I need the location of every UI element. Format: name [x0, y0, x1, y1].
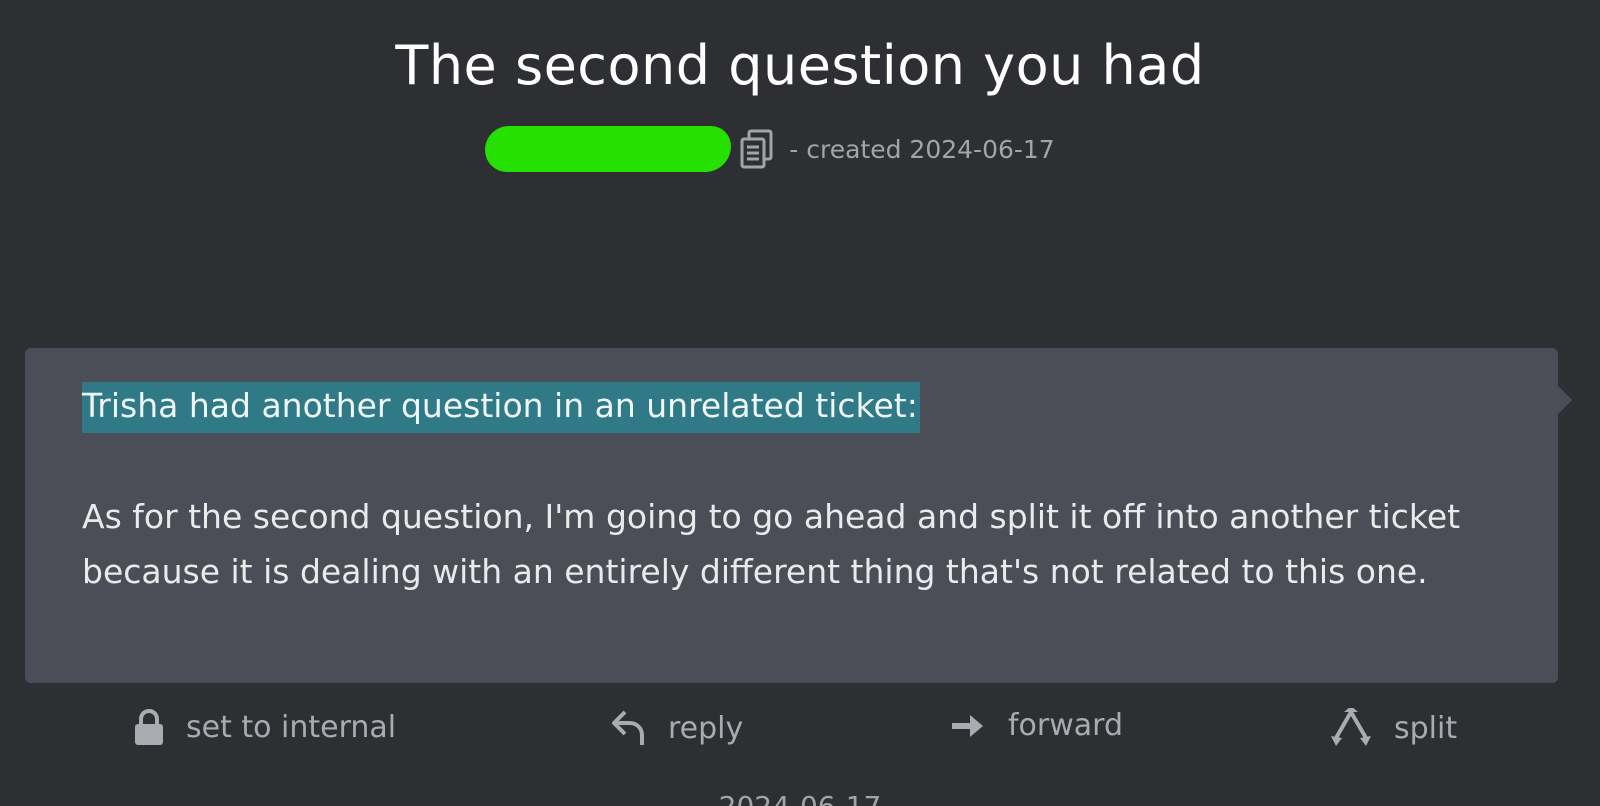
- ticket-meta: - created 2024-06-17: [0, 126, 1600, 172]
- ticket-title[interactable]: The second question you had: [0, 28, 1600, 104]
- highlighted-text: Trisha had another question in an unrela…: [82, 382, 920, 433]
- article-body: As for the second question, I'm going to…: [82, 497, 1461, 591]
- forward-label: forward: [1008, 708, 1124, 743]
- article-bubble: Trisha had another question in an unrela…: [25, 348, 1573, 683]
- ticket-page: The second question you had - created 20…: [0, 0, 1600, 806]
- next-article-date: 2024-06-17: [0, 790, 1600, 806]
- reply-label: reply: [668, 710, 744, 746]
- set-internal-label: set to internal: [186, 709, 397, 745]
- split-label: split: [1394, 710, 1458, 746]
- set-internal-button[interactable]: set to internal: [134, 708, 396, 746]
- redacted-customer-name[interactable]: [485, 126, 732, 172]
- lock-icon: [135, 709, 163, 745]
- copy-icon[interactable]: [739, 129, 775, 169]
- forward-button[interactable]: forward: [950, 708, 1123, 743]
- article-first-line: Trisha had another question in an unrela…: [82, 378, 1476, 433]
- reply-button[interactable]: reply: [612, 708, 743, 748]
- split-button[interactable]: split: [1330, 708, 1457, 748]
- bubble-tail: [1543, 385, 1573, 415]
- created-date: - created 2024-06-17: [789, 134, 1055, 164]
- article-actions: set to internal reply forward split: [0, 708, 1600, 760]
- split-icon: [1331, 708, 1371, 746]
- reply-icon: [612, 710, 644, 745]
- forward-icon: [952, 714, 983, 737]
